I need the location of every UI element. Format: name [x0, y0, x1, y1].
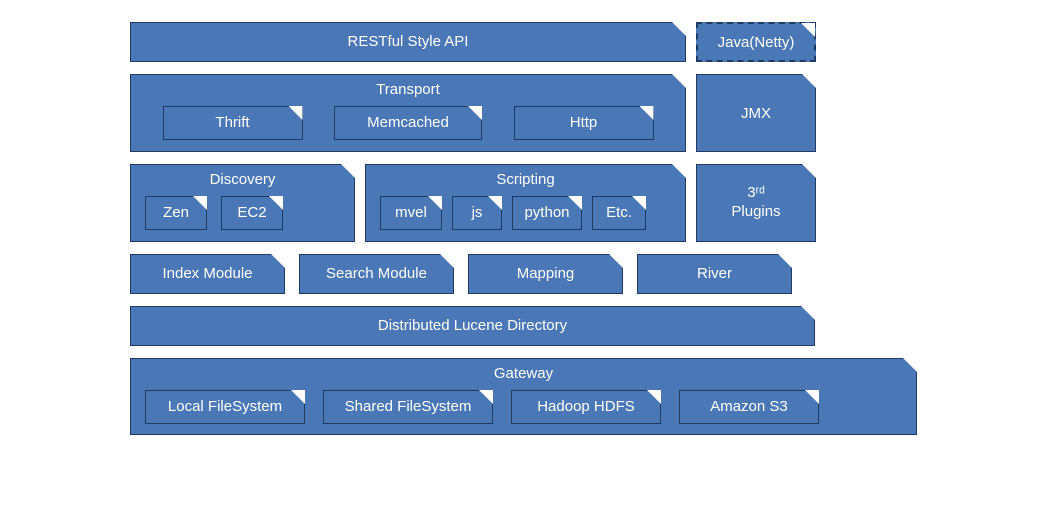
- scripting-title: Scripting: [366, 165, 685, 196]
- java-netty-box: Java(Netty): [696, 22, 816, 62]
- transport-item-memcached: Memcached: [334, 106, 482, 140]
- discovery-item-zen: Zen: [145, 196, 207, 230]
- scripting-item-etc: Etc.: [592, 196, 646, 230]
- scripting-item-mvel: mvel: [380, 196, 442, 230]
- row-gateway: Gateway Local FileSystem Shared FileSyst…: [130, 358, 920, 435]
- gateway-item-s3: Amazon S3: [679, 390, 819, 424]
- lucene-directory-box: Distributed Lucene Directory: [130, 306, 815, 346]
- jmx-label: JMX: [741, 105, 771, 122]
- search-module-box: Search Module: [299, 254, 454, 294]
- architecture-diagram: RESTful Style API Java(Netty) Transport …: [130, 22, 920, 435]
- scripting-box: Scripting mvel js python Etc.: [365, 164, 686, 242]
- gateway-item-hdfs: Hadoop HDFS: [511, 390, 661, 424]
- gateway-box: Gateway Local FileSystem Shared FileSyst…: [130, 358, 917, 435]
- mapping-box: Mapping: [468, 254, 623, 294]
- discovery-title: Discovery: [131, 165, 354, 196]
- gateway-item-shared: Shared FileSystem: [323, 390, 493, 424]
- transport-item-thrift: Thrift: [163, 106, 303, 140]
- gateway-title: Gateway: [131, 359, 916, 390]
- transport-item-http: Http: [514, 106, 654, 140]
- row-api: RESTful Style API Java(Netty): [130, 22, 920, 62]
- plugins-box: 3ʳᵈ Plugins: [696, 164, 816, 242]
- transport-box: Transport Thrift Memcached Http: [130, 74, 686, 152]
- scripting-item-python: python: [512, 196, 582, 230]
- index-module-box: Index Module: [130, 254, 285, 294]
- discovery-item-ec2: EC2: [221, 196, 283, 230]
- plugins-label-top: 3ʳᵈ: [747, 184, 765, 203]
- scripting-item-js: js: [452, 196, 502, 230]
- row-lucene: Distributed Lucene Directory: [130, 306, 920, 346]
- discovery-box: Discovery Zen EC2: [130, 164, 355, 242]
- transport-title: Transport: [131, 75, 685, 106]
- row-transport: Transport Thrift Memcached Http JMX: [130, 74, 920, 152]
- river-box: River: [637, 254, 792, 294]
- row-modules: Index Module Search Module Mapping River: [130, 254, 920, 294]
- restful-api-box: RESTful Style API: [130, 22, 686, 62]
- plugins-label-bottom: Plugins: [731, 203, 780, 222]
- jmx-box: JMX: [696, 74, 816, 152]
- row-discovery-scripting: Discovery Zen EC2 Scripting mvel js pyth…: [130, 164, 920, 242]
- gateway-item-local: Local FileSystem: [145, 390, 305, 424]
